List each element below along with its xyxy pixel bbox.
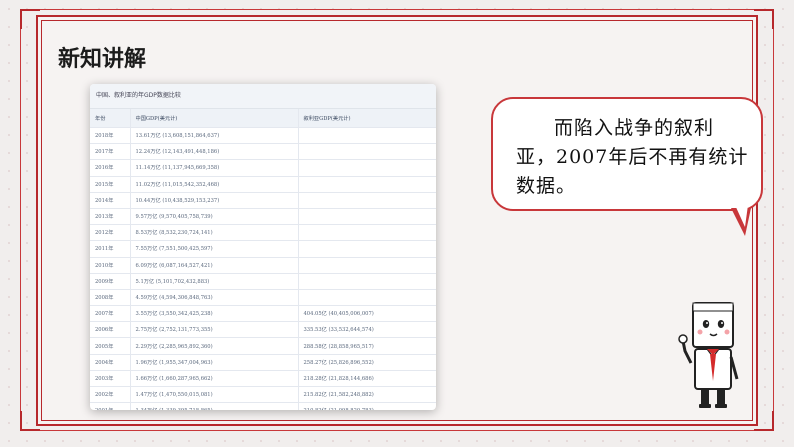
cell-year: 2007年 — [90, 305, 130, 323]
cell-year: 2011年 — [90, 240, 130, 258]
table-row: 2012年 8.53万亿 (8,532,230,724,141) — [90, 224, 436, 242]
table-row: 2005年 2.29万亿 (2,285,965,892,360) 288.58亿 (… — [90, 337, 436, 355]
cell-china-gdp: 11.14万亿 (11,137,945,669,358) — [129, 159, 298, 177]
bubble-text: 而陷入战争的叙利亚，2007年后不再有统计数据。 — [516, 117, 749, 197]
cell-china-gdp: 13.61万亿 (13,608,151,864,637) — [129, 127, 298, 145]
slide-title: 新知讲解 — [58, 47, 147, 72]
header-syria-gdp: 叙利亚GDP(美元计) — [297, 109, 436, 128]
cell-year: 2013年 — [90, 208, 130, 226]
cell-year: 2015年 — [90, 176, 130, 193]
table-row: 2007年 3.55万亿 (3,550,342,425,238) 404.05亿 (… — [90, 305, 436, 323]
table-header-row: 年份 中国GDP(美元计) 叙利亚GDP(美元计) — [90, 109, 436, 128]
cell-syria-gdp — [297, 257, 436, 274]
cell-year: 2003年 — [90, 370, 130, 388]
cell-china-gdp: 6.09万亿 (6,087,164,527,421) — [129, 257, 298, 274]
cell-year: 2009年 — [90, 273, 130, 290]
cell-china-gdp: 8.53万亿 (8,532,230,724,141) — [129, 224, 298, 242]
cell-china-gdp: 1.96万亿 (1,955,347,004,963) — [129, 354, 298, 371]
table-row: 2001年1.34万亿 (1,339,395,718,865)210.82亿 (… — [90, 402, 436, 410]
cell-china-gdp: 12.24万亿 (12,143,491,448,186) — [129, 143, 298, 161]
table-row: 2008年 4.59万亿 (4,594,306,848,763) — [90, 289, 436, 307]
table-row: 2004年 1.96万亿 (1,955,347,004,963) 258.27亿 (… — [90, 354, 436, 371]
table-row: 2013年 9.57万亿 (9,570,405,758,739) — [90, 208, 436, 226]
table-caption: 中国、叙利亚的年GDP数据比较 — [90, 84, 436, 109]
cell-china-gdp: 2.29万亿 (2,285,965,892,360) — [129, 337, 298, 355]
cell-syria-gdp — [297, 159, 436, 177]
cell-syria-gdp: 288.58亿 (28,858,965,517) — [297, 337, 436, 355]
table-row: 2003年 1.66万亿 (1,660,287,965,662) 218.28亿 (… — [90, 370, 436, 388]
cell-syria-gdp: 215.82亿 (21,582,248,882) — [297, 386, 436, 404]
cell-syria-gdp — [297, 224, 436, 242]
cell-year: 2017年 — [90, 143, 130, 161]
header-year: 年份 — [90, 109, 130, 128]
table-row: 2011年 7.55万亿 (7,551,500,425,597) — [90, 240, 436, 258]
table-row: 2010年 6.09万亿 (6,087,164,527,421) — [90, 257, 436, 274]
cell-china-gdp: 4.59万亿 (4,594,306,848,763) — [129, 289, 298, 307]
cell-syria-gdp: 258.27亿 (25,826,896,552) — [297, 354, 436, 371]
table-row: 2018年 13.61万亿 (13,608,151,864,637) — [90, 127, 436, 145]
cell-year: 2001年 — [90, 402, 130, 410]
cell-syria-gdp — [297, 240, 436, 258]
cell-year: 2005年 — [90, 337, 130, 355]
cell-year: 2014年 — [90, 192, 130, 209]
speech-bubble: 而陷入战争的叙利亚，2007年后不再有统计数据。 — [491, 97, 767, 247]
mascot-character-icon — [678, 302, 739, 408]
cell-syria-gdp — [297, 127, 436, 145]
cell-syria-gdp: 335.53亿 (33,532,644,574) — [297, 321, 436, 339]
cell-china-gdp: 3.55万亿 (3,550,342,425,238) — [129, 305, 298, 323]
frame-corner — [20, 9, 40, 29]
cell-year: 2008年 — [90, 289, 130, 307]
cell-china-gdp: 1.47万亿 (1,470,550,015,081) — [129, 386, 298, 404]
cell-syria-gdp: 404.05亿 (40,405,006,007) — [297, 305, 436, 323]
gdp-table: 年份 中国GDP(美元计) 叙利亚GDP(美元计) 2018年 13.61万亿 (… — [90, 109, 436, 410]
cell-china-gdp: 1.34万亿 (1,339,395,718,865) — [129, 402, 298, 410]
frame-corner — [20, 411, 40, 431]
cell-syria-gdp — [297, 192, 436, 209]
cell-china-gdp: 2.75万亿 (2,752,131,773,355) — [129, 321, 298, 339]
cell-china-gdp: 7.55万亿 (7,551,500,425,597) — [129, 240, 298, 258]
table-row: 2006年 2.75万亿 (2,752,131,773,355) 335.53亿 (… — [90, 321, 436, 339]
cell-year: 2002年 — [90, 386, 130, 404]
cell-china-gdp: 5.1万亿 (5,101,702,432,883) — [129, 273, 298, 290]
frame-corner — [754, 411, 774, 431]
gdp-table-card: 中国、叙利亚的年GDP数据比较 年份 中国GDP(美元计) 叙利亚GDP(美元计… — [90, 84, 436, 410]
cell-year: 2012年 — [90, 224, 130, 242]
cell-year: 2016年 — [90, 159, 130, 177]
table-row: 2015年 11.02万亿 (11,015,542,352,468) — [90, 176, 436, 193]
cell-syria-gdp — [297, 289, 436, 307]
cell-year: 2010年 — [90, 257, 130, 274]
table-row: 2002年 1.47万亿 (1,470,550,015,081) 215.82亿 (… — [90, 386, 436, 404]
bubble-tail — [731, 205, 751, 236]
table-row: 2014年 10.44万亿 (10,438,529,153,237) — [90, 192, 436, 209]
cell-syria-gdp: 218.28亿 (21,828,144,686) — [297, 370, 436, 388]
cell-year: 2006年 — [90, 321, 130, 339]
cell-china-gdp: 1.66万亿 (1,660,287,965,662) — [129, 370, 298, 388]
cell-syria-gdp — [297, 273, 436, 290]
header-china-gdp: 中国GDP(美元计) — [129, 109, 298, 128]
cell-year: 2018年 — [90, 127, 130, 145]
cell-syria-gdp — [297, 143, 436, 161]
cell-syria-gdp — [297, 208, 436, 226]
cell-syria-gdp: 210.82亿 (21,098,820,783) — [297, 402, 436, 410]
cell-china-gdp: 11.02万亿 (11,015,542,352,468) — [129, 176, 298, 193]
cell-china-gdp: 10.44万亿 (10,438,529,153,237) — [129, 192, 298, 209]
frame-corner — [754, 9, 774, 29]
cell-syria-gdp — [297, 176, 436, 193]
table-row: 2017年 12.24万亿 (12,143,491,448,186) — [90, 143, 436, 161]
table-row: 2009年 5.1万亿 (5,101,702,432,883) — [90, 273, 436, 290]
cell-year: 2004年 — [90, 354, 130, 371]
table-row: 2016年 11.14万亿 (11,137,945,669,358) — [90, 159, 436, 177]
cell-china-gdp: 9.57万亿 (9,570,405,758,739) — [129, 208, 298, 226]
